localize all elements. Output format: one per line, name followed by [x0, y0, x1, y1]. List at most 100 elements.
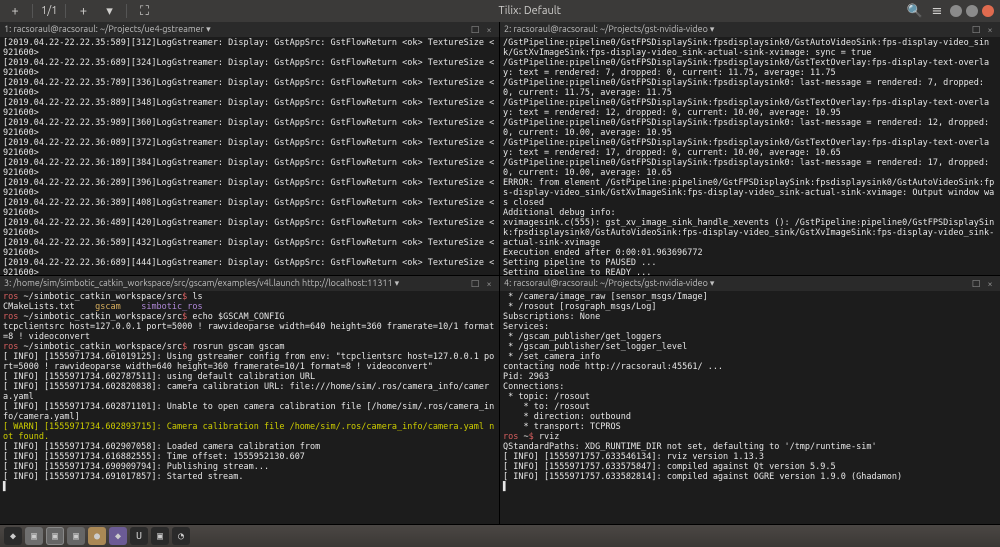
terminal-line: Additional debug info:: [503, 208, 997, 218]
terminal-line: [ INFO] [1555971757.633575847]: compiled…: [503, 462, 997, 472]
terminal-line: Subscriptions: None: [503, 312, 997, 322]
dock-browser-icon[interactable]: ●: [88, 527, 106, 545]
terminal-line: ▌: [3, 482, 496, 492]
terminal-line: contacting node http://racsoraul:45561/ …: [503, 362, 997, 372]
pane-1-terminal[interactable]: [2019.04.22-22.22.35:589][312]LogGstream…: [0, 37, 499, 275]
pane-maximize-icon[interactable]: □: [469, 24, 481, 36]
terminal-line: /GstPipeline:pipeline0/GstFPSDisplaySink…: [503, 58, 997, 78]
terminal-line: ▌: [503, 482, 997, 492]
dock-app8-icon[interactable]: ▣: [151, 527, 169, 545]
pane-2-header[interactable]: 2: racsoraul@racsoraul: ~/Projects/gst-n…: [500, 22, 1000, 37]
terminal-line: [ INFO] [1555971734.602871101]: Unable t…: [3, 402, 496, 422]
terminal-line: [2019.04.22-22.22.35:589][312]LogGstream…: [3, 38, 496, 58]
pane-2-title: 2: racsoraul@racsoraul: ~/Projects/gst-n…: [504, 24, 714, 35]
terminal-line: * /set_camera_info: [503, 352, 997, 362]
terminal-line: CMakeLists.txt gscam simbotic_ros: [3, 302, 496, 312]
terminal-line: QStandardPaths: XDG_RUNTIME_DIR not set,…: [503, 442, 997, 452]
terminal-line: [2019.04.22-22.22.36:589][432]LogGstream…: [3, 238, 496, 258]
pane-maximize-icon[interactable]: □: [469, 278, 481, 290]
dock-terminal-icon[interactable]: ▣: [46, 527, 64, 545]
terminal-line: [ INFO] [1555971734.602907058]: Loaded c…: [3, 442, 496, 452]
pane-close-icon[interactable]: ×: [483, 278, 495, 290]
window-titlebar: + 1/1 + ▾ ⛶ Tilix: Default 🔍 ≡: [0, 0, 1000, 22]
pane-maximize-icon[interactable]: □: [970, 278, 982, 290]
terminal-line: [2019.04.22-22.22.36:289][396]LogGstream…: [3, 178, 496, 198]
fullscreen-icon[interactable]: ⛶: [135, 2, 153, 20]
terminal-line: [ INFO] [1555971734.602820838]: camera c…: [3, 382, 496, 402]
dock-apps-icon[interactable]: ◆: [4, 527, 22, 545]
terminal-line: /GstPipeline:pipeline0/GstFPSDisplaySink…: [503, 38, 997, 58]
terminal-line: * /rosout [rosgraph_msgs/Log]: [503, 302, 997, 312]
terminal-line: * to: /rosout: [503, 402, 997, 412]
terminal-line: [ WARN] [1555971734.602893715]: Camera c…: [3, 422, 496, 442]
add-terminal-button[interactable]: +: [74, 2, 92, 20]
terminal-line: ros ~/simbotic_catkin_workspace/src$ ls: [3, 292, 496, 302]
terminal-line: Setting pipeline to READY ...: [503, 268, 997, 275]
window-close-button[interactable]: [982, 5, 994, 17]
terminal-line: [ INFO] [1555971734.602787511]: using de…: [3, 372, 496, 382]
pane-1-title: 1: racsoraul@racsoraul: ~/Projects/ue4-g…: [4, 24, 211, 35]
terminal-grid: 1: racsoraul@racsoraul: ~/Projects/ue4-g…: [0, 22, 1000, 525]
terminal-line: /GstPipeline:pipeline0/GstFPSDisplaySink…: [503, 78, 997, 98]
new-tab-button[interactable]: +: [6, 2, 24, 20]
terminal-line: [2019.04.22-22.22.36:689][444]LogGstream…: [3, 258, 496, 275]
window-maximize-button[interactable]: [966, 5, 978, 17]
terminal-line: Setting pipeline to PAUSED ...: [503, 258, 997, 268]
pane-3-terminal[interactable]: ros ~/simbotic_catkin_workspace/src$ lsC…: [0, 291, 499, 524]
terminal-line: [ INFO] [1555971757.633546134]: rviz ver…: [503, 452, 997, 462]
pane-close-icon[interactable]: ×: [483, 24, 495, 36]
terminal-line: Pid: 2963: [503, 372, 997, 382]
pane-1-header[interactable]: 1: racsoraul@racsoraul: ~/Projects/ue4-g…: [0, 22, 499, 37]
pane-maximize-icon[interactable]: □: [970, 24, 982, 36]
terminal-line: Execution ended after 0:00:01.963696772: [503, 248, 997, 258]
dock-code-icon[interactable]: ◆: [109, 527, 127, 545]
search-icon[interactable]: 🔍: [906, 2, 924, 20]
terminal-line: [ INFO] [1555971734.616882555]: Time off…: [3, 452, 496, 462]
pane-4-terminal[interactable]: * /camera/image_raw [sensor_msgs/Image] …: [500, 291, 1000, 524]
menu-icon[interactable]: ≡: [928, 2, 946, 20]
pane-3-title: 3: /home/sim/simbotic_catkin_workspace/s…: [4, 278, 399, 289]
pane-3[interactable]: 3: /home/sim/simbotic_catkin_workspace/s…: [0, 276, 500, 525]
terminal-line: * /gscam_publisher/get_loggers: [503, 332, 997, 342]
terminal-line: [ INFO] [1555971757.633582814]: compiled…: [503, 472, 997, 482]
window-minimize-button[interactable]: [950, 5, 962, 17]
terminal-line: [2019.04.22-22.22.36:489][420]LogGstream…: [3, 218, 496, 238]
terminal-line: Services:: [503, 322, 997, 332]
terminal-line: [2019.04.22-22.22.35:689][324]LogGstream…: [3, 58, 496, 78]
terminal-line: ros ~$ rviz: [503, 432, 997, 442]
terminal-line: xvimagesink.c(555): gst_xv_image_sink_ha…: [503, 218, 997, 248]
terminal-line: * topic: /rosout: [503, 392, 997, 402]
dock-unreal-icon[interactable]: U: [130, 527, 148, 545]
terminal-line: [2019.04.22-22.22.36:189][384]LogGstream…: [3, 158, 496, 178]
terminal-line: ERROR: from element /GstPipeline:pipelin…: [503, 178, 997, 208]
terminal-line: * direction: outbound: [503, 412, 997, 422]
pane-4-header[interactable]: 4: racsoraul@racsoraul: ~/Projects/gst-n…: [500, 276, 1000, 291]
terminal-line: ros ~/simbotic_catkin_workspace/src$ ech…: [3, 312, 496, 322]
dock-terminal2-icon[interactable]: ▣: [67, 527, 85, 545]
terminal-line: ros ~/simbotic_catkin_workspace/src$ ros…: [3, 342, 496, 352]
pane-2-terminal[interactable]: /GstPipeline:pipeline0/GstFPSDisplaySink…: [500, 37, 1000, 275]
pane-4-title: 4: racsoraul@racsoraul: ~/Projects/gst-n…: [504, 278, 714, 289]
terminal-line: [ INFO] [1555971734.601019125]: Using gs…: [3, 352, 496, 372]
dock-files-icon[interactable]: ▣: [25, 527, 43, 545]
split-down-icon[interactable]: ▾: [100, 2, 118, 20]
pane-3-header[interactable]: 3: /home/sim/simbotic_catkin_workspace/s…: [0, 276, 499, 291]
terminal-line: tcpclientsrc host=127.0.0.1 port=5000 ! …: [3, 322, 496, 342]
window-title: Tilix: Default: [153, 5, 906, 17]
pane-close-icon[interactable]: ×: [984, 24, 996, 36]
session-counter: 1/1: [41, 5, 57, 17]
pane-close-icon[interactable]: ×: [984, 278, 996, 290]
pane-4[interactable]: 4: racsoraul@racsoraul: ~/Projects/gst-n…: [500, 276, 1000, 525]
dock-app9-icon[interactable]: ◔: [172, 527, 190, 545]
terminal-line: * /gscam_publisher/set_logger_level: [503, 342, 997, 352]
terminal-line: * transport: TCPROS: [503, 422, 997, 432]
taskbar: ◆ ▣ ▣ ▣ ● ◆ U ▣ ◔: [0, 525, 1000, 547]
pane-1[interactable]: 1: racsoraul@racsoraul: ~/Projects/ue4-g…: [0, 22, 500, 276]
terminal-line: /GstPipeline:pipeline0/GstFPSDisplaySink…: [503, 158, 997, 178]
terminal-line: [2019.04.22-22.22.35:889][348]LogGstream…: [3, 98, 496, 118]
terminal-line: /GstPipeline:pipeline0/GstFPSDisplaySink…: [503, 138, 997, 158]
terminal-line: Connections:: [503, 382, 997, 392]
terminal-line: [2019.04.22-22.22.36:389][408]LogGstream…: [3, 198, 496, 218]
terminal-line: /GstPipeline:pipeline0/GstFPSDisplaySink…: [503, 98, 997, 118]
pane-2[interactable]: 2: racsoraul@racsoraul: ~/Projects/gst-n…: [500, 22, 1000, 276]
